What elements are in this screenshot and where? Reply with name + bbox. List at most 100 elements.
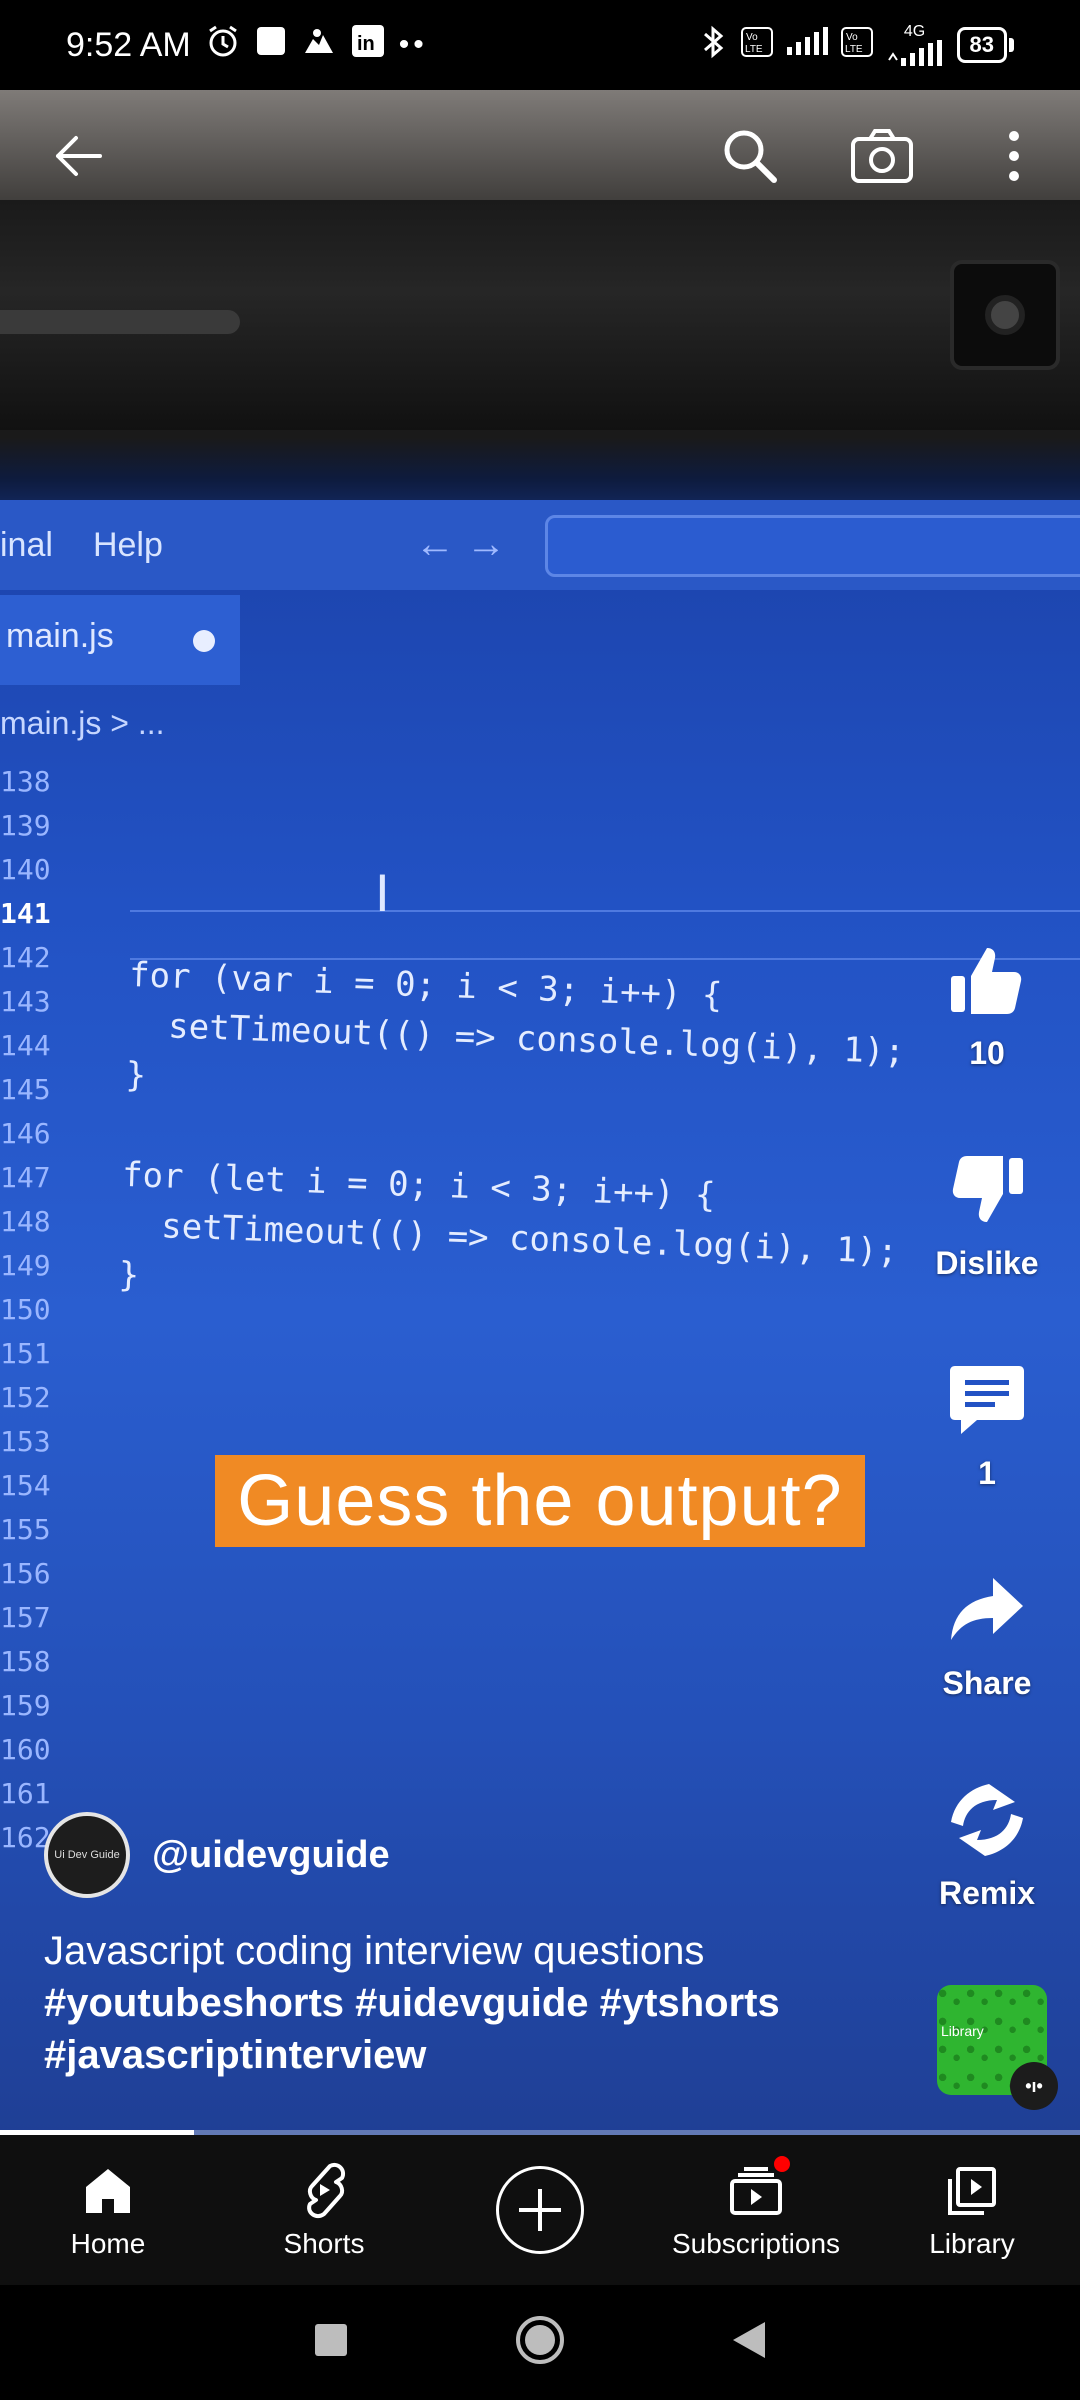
notification-dot bbox=[772, 2154, 792, 2174]
editor-tab-label: main.js bbox=[6, 617, 114, 655]
sound-wave-icon: •ı• bbox=[1010, 2062, 1058, 2110]
status-bar: 9:52 AM in •• Vo LTE Vo LTE 4G 83 bbox=[0, 0, 1080, 90]
avatar-text: Ui Dev Guide bbox=[54, 1849, 120, 1861]
unsaved-dot bbox=[193, 630, 215, 652]
create-plus-icon bbox=[496, 2166, 584, 2254]
status-time: 9:52 AM bbox=[66, 25, 191, 64]
home-system-button[interactable] bbox=[515, 2315, 565, 2370]
nav-home-label: Home bbox=[70, 2228, 146, 2259]
svg-text:LTE: LTE bbox=[745, 44, 763, 55]
sound-thumbnail-text: Library bbox=[941, 2023, 984, 2039]
svg-text:in: in bbox=[357, 33, 375, 55]
svg-text:Vo: Vo bbox=[846, 32, 858, 43]
editor-menu-help: Help bbox=[92, 525, 163, 564]
remix-icon bbox=[945, 1780, 1029, 1865]
channel-avatar[interactable]: Ui Dev Guide bbox=[44, 1812, 130, 1898]
comments-button[interactable]: 1 bbox=[887, 1360, 1080, 1492]
network-type: 4G bbox=[903, 23, 926, 40]
line-number: 148 bbox=[0, 1205, 51, 1238]
recent-apps-button[interactable] bbox=[313, 2322, 349, 2363]
editor-menu-terminal: inal bbox=[0, 525, 53, 564]
library-icon bbox=[946, 2160, 998, 2222]
linkedin-icon: in bbox=[351, 24, 385, 67]
gallery-icon bbox=[255, 25, 287, 66]
share-icon bbox=[947, 1570, 1027, 1655]
bottom-navigation: Home Shorts Subscriptions Library bbox=[0, 2135, 1080, 2285]
nav-subscriptions-label: Subscriptions bbox=[671, 2228, 841, 2259]
line-number: 150 bbox=[0, 1293, 51, 1326]
nav-shorts[interactable]: Shorts bbox=[216, 2135, 432, 2285]
line-number: 141 bbox=[0, 897, 51, 930]
video-description[interactable]: Javascript coding interview questions #y… bbox=[44, 1925, 904, 2081]
signal-4g-icon: 4G bbox=[885, 24, 945, 66]
line-number: 139 bbox=[0, 809, 51, 842]
svg-text:LTE: LTE bbox=[845, 44, 863, 55]
shorts-icon bbox=[300, 2160, 348, 2222]
nav-subscriptions[interactable]: Subscriptions bbox=[648, 2135, 864, 2285]
editor-breadcrumb: main.js > ... bbox=[0, 705, 165, 741]
share-label: Share bbox=[942, 1665, 1032, 1701]
line-number: 161 bbox=[0, 1777, 51, 1810]
search-icon[interactable] bbox=[714, 120, 786, 192]
line-number: 144 bbox=[0, 1029, 51, 1062]
video-hashtags[interactable]: #youtubeshorts #uidevguide #ytshorts #ja… bbox=[44, 1977, 904, 2081]
nav-library-label: Library bbox=[929, 2228, 1015, 2259]
dislike-label: Dislike bbox=[935, 1245, 1039, 1281]
thumbs-down-icon bbox=[947, 1150, 1027, 1235]
video-caption: Guess the output? bbox=[215, 1455, 865, 1547]
subscriptions-icon bbox=[728, 2154, 792, 2222]
bezel-slot bbox=[0, 310, 240, 334]
editor-nav-arrows: ← → bbox=[415, 522, 507, 566]
comment-icon bbox=[947, 1360, 1027, 1445]
line-number: 140 bbox=[0, 853, 51, 886]
remix-button[interactable]: Remix bbox=[887, 1780, 1080, 1912]
share-button[interactable]: Share bbox=[887, 1570, 1080, 1702]
camera-icon[interactable] bbox=[846, 120, 918, 192]
volte-icon-2: Vo LTE bbox=[840, 27, 873, 63]
video-title: Javascript coding interview questions bbox=[44, 1929, 705, 1973]
webcam bbox=[950, 260, 1060, 370]
volte-icon: Vo LTE bbox=[740, 27, 773, 63]
comment-count: 1 bbox=[978, 1455, 996, 1491]
home-icon bbox=[82, 2160, 134, 2222]
line-number: 157 bbox=[0, 1601, 51, 1634]
line-number: 153 bbox=[0, 1425, 51, 1458]
svg-text:Vo: Vo bbox=[746, 32, 758, 43]
nav-create[interactable] bbox=[432, 2135, 648, 2285]
line-number: 154 bbox=[0, 1469, 51, 1502]
line-number: 159 bbox=[0, 1689, 51, 1722]
battery-level: 83 bbox=[956, 27, 1007, 63]
dislike-button[interactable]: Dislike bbox=[887, 1150, 1080, 1282]
like-count: 10 bbox=[969, 1035, 1005, 1071]
more-notifications-icon: •• bbox=[398, 28, 428, 61]
line-number: 158 bbox=[0, 1645, 51, 1678]
battery-icon: 83 bbox=[956, 27, 1014, 63]
like-button[interactable]: 10 bbox=[887, 940, 1080, 1072]
line-number: 160 bbox=[0, 1733, 51, 1766]
back-arrow-icon[interactable] bbox=[42, 120, 114, 192]
line-numbers: 138 139 140 141 142 143 144 145 146 147 148 149 150 1… bbox=[0, 760, 70, 1860]
more-options-icon[interactable] bbox=[978, 120, 1050, 192]
line-number: 138 bbox=[0, 765, 51, 798]
code-block: for (var i = 0; i < 3; i++) { setTimeout… bbox=[118, 950, 908, 1327]
signal-icon bbox=[785, 27, 829, 63]
line-number: 151 bbox=[0, 1337, 51, 1370]
line-number: 145 bbox=[0, 1073, 51, 1106]
channel-handle[interactable]: @uidevguide bbox=[152, 1834, 390, 1877]
line-number: 156 bbox=[0, 1557, 51, 1590]
back-system-button[interactable] bbox=[731, 2320, 767, 2365]
thumbs-up-icon bbox=[947, 940, 1027, 1025]
line-number: 155 bbox=[0, 1513, 51, 1546]
line-number: 143 bbox=[0, 985, 51, 1018]
line-number: 152 bbox=[0, 1381, 51, 1414]
app-notification-icon bbox=[301, 25, 337, 66]
channel-info[interactable]: Ui Dev Guide @uidevguide bbox=[44, 1812, 390, 1898]
alarm-icon bbox=[205, 23, 241, 68]
line-number: 147 bbox=[0, 1161, 51, 1194]
line-number: 142 bbox=[0, 941, 51, 974]
editor-search-box bbox=[545, 515, 1080, 577]
nav-home[interactable]: Home bbox=[0, 2135, 216, 2285]
nav-library[interactable]: Library bbox=[864, 2135, 1080, 2285]
nav-shorts-label: Shorts bbox=[283, 2228, 365, 2259]
bluetooth-icon bbox=[699, 24, 729, 66]
